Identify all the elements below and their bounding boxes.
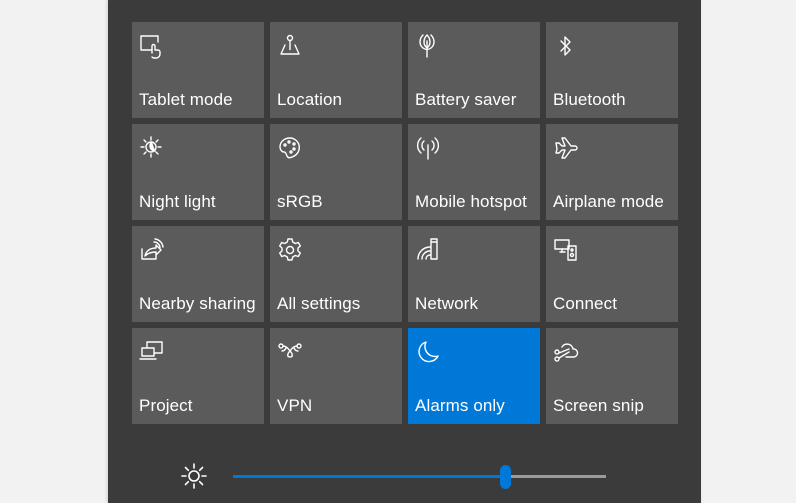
tile-label: sRGB bbox=[277, 192, 323, 211]
tile-label: Tablet mode bbox=[139, 90, 233, 109]
battery-saver-icon bbox=[415, 33, 441, 59]
tile-srgb[interactable]: sRGB bbox=[270, 124, 402, 220]
tile-all-settings[interactable]: All settings bbox=[270, 226, 402, 322]
tile-nearby-sharing[interactable]: Nearby sharing bbox=[132, 226, 264, 322]
bluetooth-icon bbox=[553, 33, 579, 59]
tile-label: Airplane mode bbox=[553, 192, 664, 211]
tile-label: All settings bbox=[277, 294, 361, 313]
tile-label: Mobile hotspot bbox=[415, 192, 527, 211]
brightness-slider-fill bbox=[233, 475, 506, 478]
tile-connect[interactable]: Connect bbox=[546, 226, 678, 322]
tile-label: Alarms only bbox=[415, 396, 505, 415]
quick-actions-grid: Tablet mode Location Battery saver Bluet… bbox=[132, 22, 678, 424]
brightness-slider[interactable] bbox=[233, 465, 606, 489]
moon-icon bbox=[415, 339, 441, 365]
airplane-icon bbox=[553, 135, 579, 161]
nearby-sharing-icon bbox=[139, 237, 165, 263]
tile-location[interactable]: Location bbox=[270, 22, 402, 118]
tile-label: Night light bbox=[139, 192, 216, 211]
vpn-icon bbox=[277, 339, 303, 365]
tile-battery-saver[interactable]: Battery saver bbox=[408, 22, 540, 118]
tablet-mode-icon bbox=[139, 33, 165, 59]
tile-tablet-mode[interactable]: Tablet mode bbox=[132, 22, 264, 118]
action-center-panel: Tablet mode Location Battery saver Bluet… bbox=[108, 0, 701, 503]
tile-label: Location bbox=[277, 90, 343, 109]
tile-project[interactable]: Project bbox=[132, 328, 264, 424]
tile-label: Screen snip bbox=[553, 396, 644, 415]
tile-alarms-only[interactable]: Alarms only bbox=[408, 328, 540, 424]
sun-icon bbox=[178, 460, 210, 492]
tile-label: Network bbox=[415, 294, 479, 313]
tile-label: Battery saver bbox=[415, 90, 517, 109]
mobile-hotspot-icon bbox=[415, 135, 441, 161]
location-icon bbox=[277, 33, 303, 59]
tile-mobile-hotspot[interactable]: Mobile hotspot bbox=[408, 124, 540, 220]
tile-airplane-mode[interactable]: Airplane mode bbox=[546, 124, 678, 220]
night-light-icon bbox=[139, 135, 165, 161]
tile-night-light[interactable]: Night light bbox=[132, 124, 264, 220]
project-icon bbox=[139, 339, 165, 365]
gear-icon bbox=[277, 237, 303, 263]
screen-snip-icon bbox=[553, 339, 579, 365]
tile-label: Project bbox=[139, 396, 193, 415]
brightness-slider-thumb[interactable] bbox=[500, 465, 512, 489]
tile-label: VPN bbox=[277, 396, 313, 415]
tile-bluetooth[interactable]: Bluetooth bbox=[546, 22, 678, 118]
connect-icon bbox=[553, 237, 579, 263]
tile-label: Connect bbox=[553, 294, 618, 313]
brightness-control bbox=[178, 458, 678, 494]
palette-icon bbox=[277, 135, 303, 161]
tile-label: Nearby sharing bbox=[139, 294, 256, 313]
tile-vpn[interactable]: VPN bbox=[270, 328, 402, 424]
tile-label: Bluetooth bbox=[553, 90, 626, 109]
network-icon bbox=[415, 237, 441, 263]
tile-screen-snip[interactable]: Screen snip bbox=[546, 328, 678, 424]
tile-network[interactable]: Network bbox=[408, 226, 540, 322]
